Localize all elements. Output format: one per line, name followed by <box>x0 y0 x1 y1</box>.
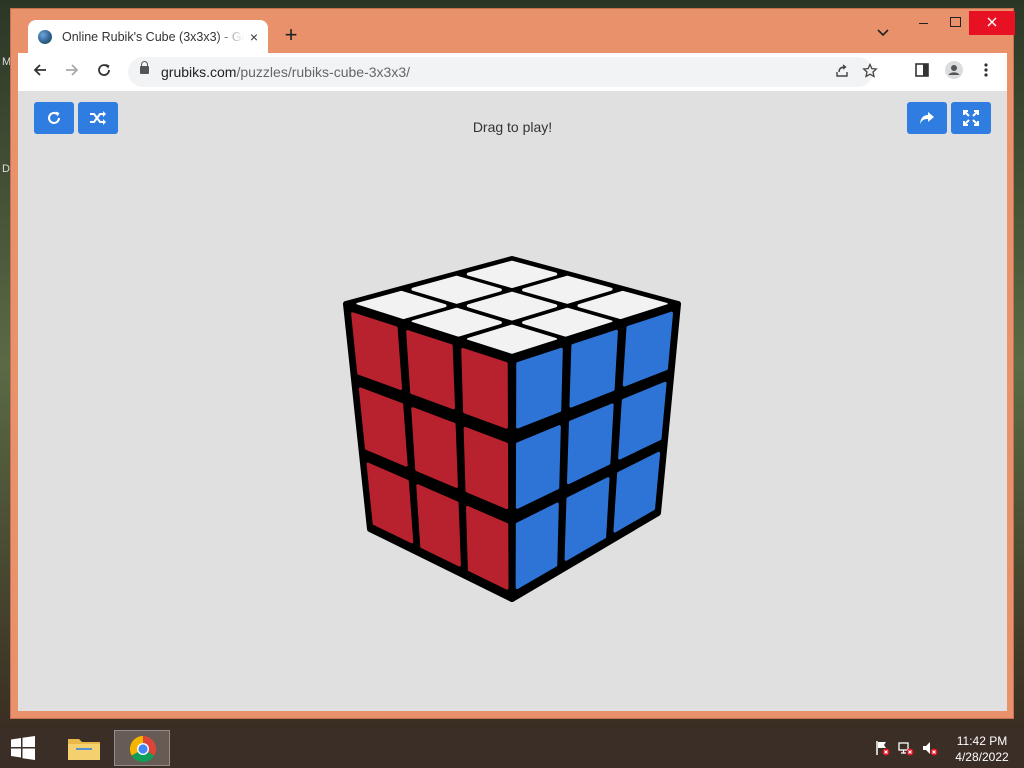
rubiks-cube[interactable] <box>18 91 1007 711</box>
address-bar[interactable]: grubiks.com/puzzles/rubiks-cube-3x3x3/ <box>128 57 878 87</box>
profile-avatar-icon[interactable] <box>942 60 966 84</box>
close-window-button[interactable] <box>969 11 1015 35</box>
tab-search-chevron-icon[interactable] <box>877 26 889 40</box>
share-page-icon[interactable] <box>834 63 850 83</box>
volume-muted-icon[interactable] <box>922 740 938 756</box>
windows-logo-icon <box>11 736 35 760</box>
side-panel-icon[interactable] <box>910 60 934 84</box>
reload-button[interactable] <box>92 60 116 84</box>
bookmark-star-icon[interactable] <box>862 62 878 83</box>
taskbar: 11:42 PM 4/28/2022 <box>0 728 1024 768</box>
back-button[interactable] <box>28 60 52 84</box>
clock-date: 4/28/2022 <box>955 750 1009 764</box>
folder-icon <box>68 739 100 760</box>
lock-icon[interactable] <box>140 61 149 74</box>
browser-window: Online Rubik's Cube (3x3x3) - Grubiks × … <box>10 8 1015 719</box>
menu-kebab-icon[interactable] <box>974 60 998 84</box>
new-tab-button[interactable]: + <box>279 24 303 48</box>
browser-tab[interactable]: Online Rubik's Cube (3x3x3) - Grubiks × <box>28 20 268 54</box>
minimize-button[interactable] <box>907 11 941 35</box>
start-button[interactable] <box>10 736 36 760</box>
file-explorer-taskbar-button[interactable] <box>56 730 112 766</box>
title-bar: Online Rubik's Cube (3x3x3) - Grubiks × … <box>11 9 1015 54</box>
action-center-flag-icon[interactable] <box>874 740 890 756</box>
page-content: Drag to play! <box>18 91 1007 711</box>
url-text: grubiks.com/puzzles/rubiks-cube-3x3x3/ <box>161 64 410 80</box>
forward-button[interactable] <box>60 60 84 84</box>
taskbar-clock[interactable]: 11:42 PM 4/28/2022 <box>944 733 1020 765</box>
tab-close-icon[interactable]: × <box>250 29 258 45</box>
chrome-taskbar-button[interactable] <box>114 730 170 766</box>
desktop-icon-label[interactable]: D <box>2 163 10 175</box>
tab-title: Online Rubik's Cube (3x3x3) - Grubiks <box>62 30 244 44</box>
clock-time: 11:42 PM <box>956 734 1008 748</box>
url-host: grubiks.com <box>161 64 237 80</box>
network-icon[interactable] <box>898 740 914 756</box>
maximize-button[interactable] <box>939 11 973 35</box>
browser-toolbar: grubiks.com/puzzles/rubiks-cube-3x3x3/ <box>18 53 1007 91</box>
chrome-icon <box>129 735 157 763</box>
url-path: /puzzles/rubiks-cube-3x3x3/ <box>236 64 410 80</box>
globe-favicon-icon <box>38 30 52 44</box>
